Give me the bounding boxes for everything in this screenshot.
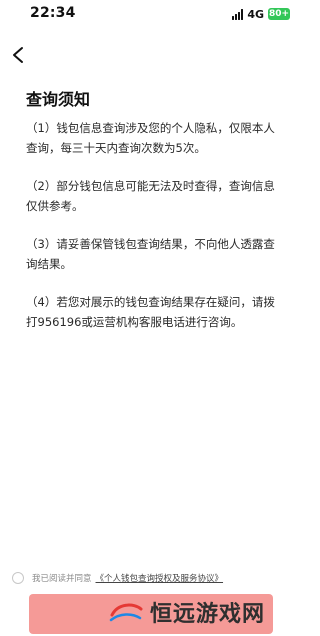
page: 22:34 4G 80+ 查询须知 （1）钱包信息查询涉及您的个人隐私，仅限本人… [0, 0, 300, 636]
chevron-left-icon [13, 47, 23, 63]
notice-item: （1）钱包信息查询涉及您的个人隐私，仅限本人查询，每三十天内查询次数为5次。 [26, 121, 275, 155]
status-bar: 22:34 4G 80+ [0, 0, 300, 28]
agreement-row: 我已阅读并同意 《个人钱包查询授权及服务协议》 [12, 570, 223, 586]
status-time: 22:34 [30, 5, 76, 21]
battery-icon: 80+ [268, 8, 290, 20]
back-button[interactable] [8, 44, 30, 66]
page-title: 查询须知 [26, 90, 91, 109]
signal-icon [232, 8, 244, 20]
notice-item: （3）请妥善保管钱包查询结果，不向他人透露查询结果。 [26, 237, 275, 271]
watermark: 恒远游戏网 [108, 596, 265, 628]
notice-list: （1）钱包信息查询涉及您的个人隐私，仅限本人查询，每三十天内查询次数为5次。 （… [26, 118, 281, 350]
notice-item: （2）部分钱包信息可能无法及时查得，查询信息仅供参考。 [26, 179, 275, 213]
agreement-link[interactable]: 《个人钱包查询授权及服务协议》 [96, 572, 224, 584]
agree-checkbox[interactable] [12, 572, 24, 584]
watermark-text: 恒远游戏网 [150, 601, 266, 627]
notice-item: （4）若您对展示的钱包查询结果存在疑问，请拨打956196或运营机构客服电话进行… [26, 295, 275, 329]
agreement-text: 我已阅读并同意 [32, 574, 92, 584]
watermark-logo-icon [109, 603, 143, 622]
status-indicators: 4G 80+ [232, 7, 290, 21]
network-label: 4G [247, 7, 264, 21]
